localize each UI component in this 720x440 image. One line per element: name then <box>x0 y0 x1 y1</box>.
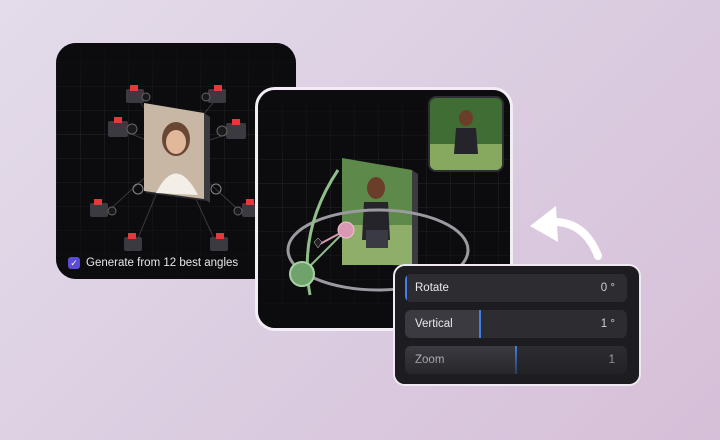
rotate-value: 0 ° <box>600 282 615 294</box>
best-angles-label: Generate from 12 best angles <box>86 257 239 269</box>
slider-thumb[interactable] <box>515 346 517 374</box>
camera-position-handle <box>289 261 315 287</box>
checkbox-checked-icon[interactable]: ✓ <box>68 257 80 269</box>
zoom-label: Zoom <box>415 354 445 366</box>
vertical-value: 1 ° <box>600 318 615 330</box>
slider-thumb[interactable] <box>479 310 481 338</box>
undo-arrow-icon <box>530 206 602 260</box>
reference-thumbnail <box>428 96 504 172</box>
camera-icon <box>201 85 226 103</box>
camera-icon <box>108 117 138 137</box>
camera-icon <box>90 199 117 217</box>
slider-thumb[interactable] <box>405 274 407 302</box>
heart-icon <box>313 237 323 249</box>
camera-icon <box>126 85 151 103</box>
rotate-label: Rotate <box>415 282 449 294</box>
best-angles-option[interactable]: ✓ Generate from 12 best angles <box>68 257 238 269</box>
zoom-value: 1 <box>608 354 615 366</box>
vertical-slider[interactable]: Vertical 1 ° <box>405 310 627 338</box>
zoom-slider[interactable]: Zoom 1 <box>405 346 627 374</box>
camera-icon <box>216 119 246 139</box>
rotate-slider[interactable]: Rotate 0 ° <box>405 274 627 302</box>
camera-controls-panel: Rotate 0 ° Vertical 1 ° Zoom 1 <box>393 264 641 386</box>
vertical-label: Vertical <box>415 318 453 330</box>
